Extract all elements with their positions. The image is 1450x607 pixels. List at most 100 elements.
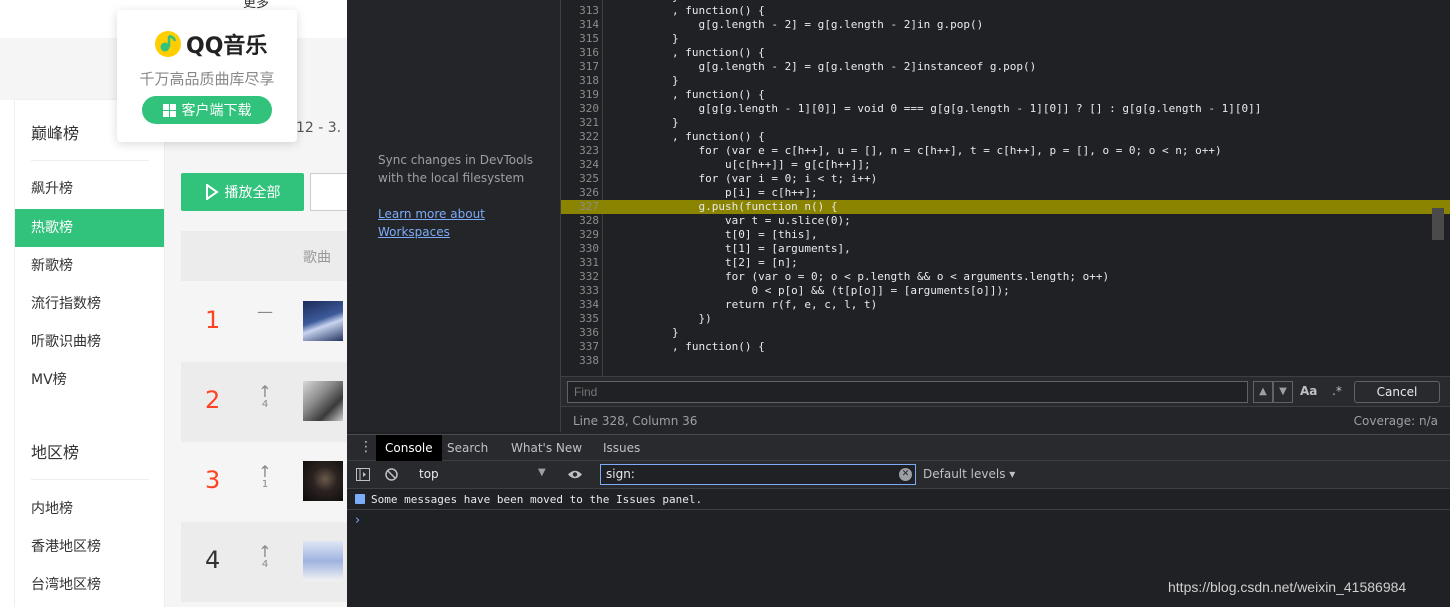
- client-download-button[interactable]: 客户端下载: [142, 96, 272, 124]
- message-text: Some messages have been moved to the Iss…: [371, 493, 703, 506]
- console-filter-input[interactable]: sign: ✕: [600, 464, 916, 485]
- match-case-toggle[interactable]: Aa: [1300, 384, 1317, 398]
- find-next-button[interactable]: ▼: [1273, 381, 1293, 403]
- line-number[interactable]: 317: [561, 60, 601, 74]
- code-line[interactable]: 317 g[g.length - 2] = g[g.length - 2]ins…: [561, 60, 1450, 74]
- divider: [31, 160, 149, 161]
- regex-toggle[interactable]: .*: [1332, 384, 1342, 398]
- code-line[interactable]: 335 }): [561, 312, 1450, 326]
- code-line[interactable]: 333 0 < p[o] && (t[p[o]] = [arguments[o]…: [561, 284, 1450, 298]
- table-row[interactable]: 2 ↑ 4: [181, 362, 347, 442]
- rank-change-count: 4: [261, 559, 269, 570]
- tab-search[interactable]: Search: [438, 435, 497, 461]
- clear-filter-icon[interactable]: ✕: [899, 468, 912, 481]
- code-line[interactable]: 325 for (var i = 0; i < t; i++): [561, 172, 1450, 186]
- line-number[interactable]: 326: [561, 186, 601, 200]
- play-all-button[interactable]: 播放全部: [181, 173, 304, 211]
- code-line[interactable]: 326 p[i] = c[h++];: [561, 186, 1450, 200]
- sidebar-item-hot-songs[interactable]: 热歌榜: [15, 209, 164, 247]
- line-number[interactable]: 328: [561, 214, 601, 228]
- table-row[interactable]: 4 ↑ 4: [181, 522, 347, 602]
- console-prompt-icon[interactable]: ›: [355, 513, 360, 528]
- find-bar: ▲ ▼ Aa .* Cancel: [561, 376, 1450, 406]
- code-line[interactable]: 321 }: [561, 116, 1450, 130]
- code-line-highlighted[interactable]: 327 g.push(function n() {: [561, 200, 1450, 214]
- tab-console[interactable]: Console: [376, 435, 442, 461]
- clear-console-icon[interactable]: [385, 468, 398, 481]
- line-number[interactable]: 334: [561, 298, 601, 312]
- find-input[interactable]: [567, 381, 1248, 403]
- line-number[interactable]: 321: [561, 116, 601, 130]
- secondary-button[interactable]: [310, 173, 347, 211]
- code-line[interactable]: 320 g[g[g.length - 1][0]] = void 0 === g…: [561, 102, 1450, 116]
- code-line[interactable]: 329 t[0] = [this],: [561, 228, 1450, 242]
- execution-context-select[interactable]: top: [419, 467, 439, 481]
- code-line[interactable]: 313 , function() {: [561, 4, 1450, 18]
- code-line[interactable]: 334 return r(f, e, c, l, t): [561, 298, 1450, 312]
- line-number[interactable]: 315: [561, 32, 601, 46]
- line-number[interactable]: 324: [561, 158, 601, 172]
- sidebar-toggle-icon[interactable]: [356, 468, 370, 481]
- editor-scrollbar[interactable]: [1432, 208, 1444, 240]
- sidebar-item-mainland[interactable]: 内地榜: [15, 490, 164, 528]
- sidebar-item-pop-index[interactable]: 流行指数榜: [15, 285, 164, 323]
- album-cover[interactable]: [303, 381, 343, 421]
- code-line[interactable]: 337 , function() {: [561, 340, 1450, 354]
- more-tools-icon[interactable]: ⋮: [359, 439, 373, 455]
- code-editor[interactable]: 312 }313 , function() {314 g[g.length - …: [561, 0, 1450, 376]
- code-line[interactable]: 318 }: [561, 74, 1450, 88]
- line-number[interactable]: 320: [561, 102, 601, 116]
- eye-icon[interactable]: [567, 469, 583, 480]
- line-number[interactable]: 333: [561, 284, 601, 298]
- line-number[interactable]: 335: [561, 312, 601, 326]
- table-row[interactable]: 1 —: [181, 282, 347, 362]
- code-line[interactable]: 319 , function() {: [561, 88, 1450, 102]
- line-number[interactable]: 332: [561, 270, 601, 284]
- code-line[interactable]: 332 for (var o = 0; o < p.length && o < …: [561, 270, 1450, 284]
- code-line[interactable]: 324 u[c[h++]] = g[c[h++]];: [561, 158, 1450, 172]
- album-cover[interactable]: [303, 461, 343, 501]
- drawer-tabs: ⋮ Console Search What's New Issues: [347, 434, 1450, 461]
- tab-whats-new[interactable]: What's New: [502, 435, 591, 461]
- log-levels-select[interactable]: Default levels ▾: [923, 467, 1015, 481]
- sidebar-item-hongkong[interactable]: 香港地区榜: [15, 528, 164, 566]
- line-number[interactable]: 337: [561, 340, 601, 354]
- sidebar-item-song-recognition[interactable]: 听歌识曲榜: [15, 323, 164, 361]
- sidebar-item-taiwan[interactable]: 台湾地区榜: [15, 566, 164, 604]
- line-number[interactable]: 329: [561, 228, 601, 242]
- line-number[interactable]: 322: [561, 130, 601, 144]
- cancel-button[interactable]: Cancel: [1354, 381, 1440, 403]
- code-line[interactable]: 336 }: [561, 326, 1450, 340]
- code-line[interactable]: 315 }: [561, 32, 1450, 46]
- code-line[interactable]: 330 t[1] = [arguments],: [561, 242, 1450, 256]
- line-number[interactable]: 319: [561, 88, 601, 102]
- code-line[interactable]: 328 var t = u.slice(0);: [561, 214, 1450, 228]
- sidebar-item-new-songs[interactable]: 新歌榜: [15, 247, 164, 285]
- code-line[interactable]: 314 g[g.length - 2] = g[g.length - 2]in …: [561, 18, 1450, 32]
- line-number[interactable]: 316: [561, 46, 601, 60]
- album-cover[interactable]: [303, 541, 343, 581]
- learn-more-link[interactable]: Learn more about Workspaces: [378, 205, 553, 241]
- line-number[interactable]: 325: [561, 172, 601, 186]
- table-row[interactable]: 3 ↑ 1: [181, 442, 347, 522]
- line-number[interactable]: 323: [561, 144, 601, 158]
- line-number[interactable]: 313: [561, 4, 601, 18]
- code-line[interactable]: 322 , function() {: [561, 130, 1450, 144]
- code-line[interactable]: 331 t[2] = [n];: [561, 256, 1450, 270]
- sidebar-item-mv[interactable]: MV榜: [15, 361, 164, 399]
- line-number[interactable]: 327: [561, 200, 601, 214]
- tab-issues[interactable]: Issues: [594, 435, 649, 461]
- line-number[interactable]: 331: [561, 256, 601, 270]
- code-line[interactable]: 338: [561, 354, 1450, 368]
- line-number[interactable]: 330: [561, 242, 601, 256]
- arrow-up-icon: ↑: [258, 462, 272, 481]
- code-line[interactable]: 316 , function() {: [561, 46, 1450, 60]
- line-number[interactable]: 338: [561, 354, 601, 368]
- line-number[interactable]: 314: [561, 18, 601, 32]
- find-previous-button[interactable]: ▲: [1253, 381, 1273, 403]
- code-line[interactable]: 323 for (var e = c[h++], u = [], n = c[h…: [561, 144, 1450, 158]
- line-number[interactable]: 318: [561, 74, 601, 88]
- sidebar-item-soaring[interactable]: 飙升榜: [15, 170, 164, 208]
- album-cover[interactable]: [303, 301, 343, 341]
- line-number[interactable]: 336: [561, 326, 601, 340]
